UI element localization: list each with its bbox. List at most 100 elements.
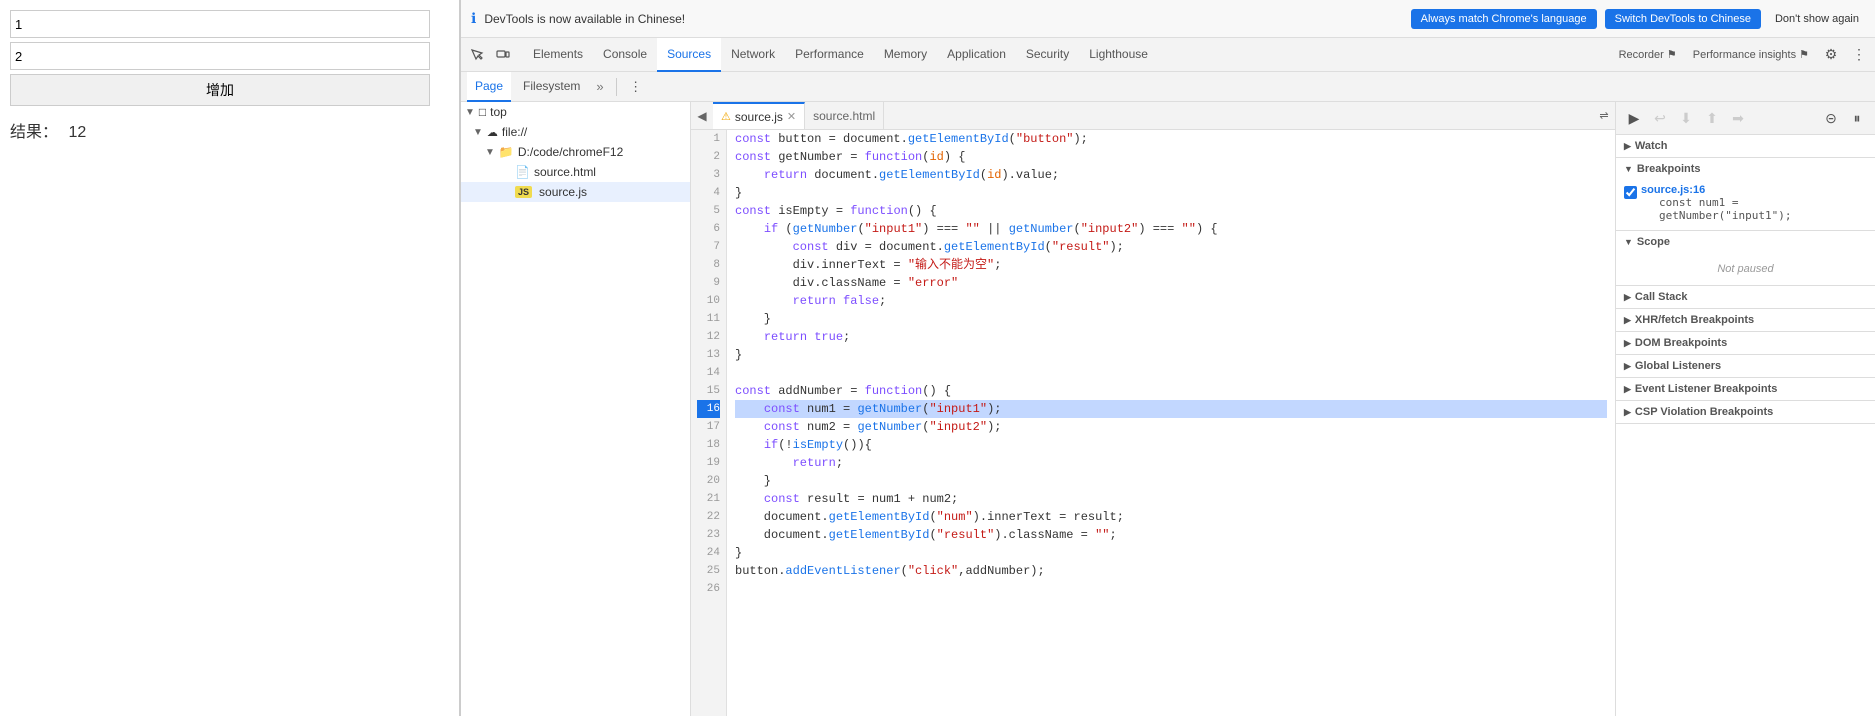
page-content: 增加 结果： 12: [0, 0, 459, 152]
code-line-7: const div = document.getElementById("res…: [735, 238, 1607, 256]
inspect-element-button[interactable]: [465, 43, 489, 67]
ln-6: 6: [697, 220, 720, 238]
call-stack-label: Call Stack: [1635, 291, 1688, 303]
step-over-button[interactable]: ↩: [1648, 106, 1672, 130]
page-tab[interactable]: Page: [467, 72, 511, 102]
scope-arrow: ▼: [1624, 237, 1633, 247]
deactivate-breakpoints-button[interactable]: ⊝: [1819, 106, 1843, 130]
dont-show-again-button[interactable]: Don't show again: [1769, 9, 1865, 29]
code-line-24: }: [735, 544, 1607, 562]
ln-1: 1: [697, 130, 720, 148]
dom-header[interactable]: ▶ DOM Breakpoints: [1616, 332, 1875, 354]
switch-chinese-button[interactable]: Switch DevTools to Chinese: [1605, 9, 1761, 29]
call-stack-header[interactable]: ▶ Call Stack: [1616, 286, 1875, 308]
tab-elements[interactable]: Elements: [523, 38, 593, 72]
step-into-button[interactable]: ⬇: [1674, 106, 1698, 130]
code-line-25: button.addEventListener("click",addNumbe…: [735, 562, 1607, 580]
breakpoint-item-1: source.js:16 const num1 = getNumber("inp…: [1624, 184, 1867, 222]
gl-arrow: ▶: [1624, 361, 1631, 372]
xhr-header[interactable]: ▶ XHR/fetch Breakpoints: [1616, 309, 1875, 331]
js-filename: source.js: [539, 185, 587, 199]
perf-insights-button[interactable]: Performance insights ⚑: [1687, 46, 1815, 63]
code-content: 1 2 3 4 5 6 7 8 9 10 11 12 13 14 15 16 1: [691, 130, 1615, 716]
ln-15: 15: [697, 382, 720, 400]
code-line-10: return false;: [735, 292, 1607, 310]
arrow-icon: ▼: [465, 107, 475, 118]
xhr-section: ▶ XHR/fetch Breakpoints: [1616, 309, 1875, 332]
ln-2: 2: [697, 148, 720, 166]
code-line-21: const result = num1 + num2;: [735, 490, 1607, 508]
file-tree: ▼ □ top ▼ ☁ file:// ▼ 📁 D:/code/chromeF1…: [461, 102, 691, 716]
csp-header[interactable]: ▶ CSP Violation Breakpoints: [1616, 401, 1875, 423]
more-tools-button[interactable]: ⋮: [1847, 43, 1871, 67]
warning-icon: ⚠: [721, 110, 731, 123]
tab-performance[interactable]: Performance: [785, 38, 874, 72]
ln-5: 5: [697, 202, 720, 220]
tree-folder[interactable]: ▼ 📁 D:/code/chromeF12: [461, 142, 690, 162]
tab-console[interactable]: Console: [593, 38, 657, 72]
breakpoints-section: ▼ Breakpoints source.js:16 const num1 = …: [1616, 158, 1875, 231]
browser-page: 增加 结果： 12: [0, 0, 460, 716]
code-line-19: return;: [735, 454, 1607, 472]
tab-lighthouse[interactable]: Lighthouse: [1079, 38, 1158, 72]
settings-button[interactable]: ⚙: [1819, 43, 1843, 67]
event-listeners-header[interactable]: ▶ Event Listener Breakpoints: [1616, 378, 1875, 400]
breakpoints-header[interactable]: ▼ Breakpoints: [1616, 158, 1875, 180]
code-line-12: return true;: [735, 328, 1607, 346]
code-line-11: }: [735, 310, 1607, 328]
global-listeners-header[interactable]: ▶ Global Listeners: [1616, 355, 1875, 377]
tree-file-js[interactable]: JS source.js: [461, 182, 690, 202]
input2[interactable]: [10, 42, 430, 70]
dom-arrow: ▶: [1624, 338, 1631, 349]
main-toolbar: Elements Console Sources Network Perform…: [461, 38, 1875, 72]
event-listeners-section: ▶ Event Listener Breakpoints: [1616, 378, 1875, 401]
ln-26: 26: [697, 580, 720, 598]
match-language-button[interactable]: Always match Chrome's language: [1411, 9, 1597, 29]
tab-sources[interactable]: Sources: [657, 38, 721, 72]
tree-top[interactable]: ▼ □ top: [461, 102, 690, 122]
file-tabs: ◀ ⚠ source.js ✕ source.html ⇌: [691, 102, 1615, 130]
tab-application[interactable]: Application: [937, 38, 1016, 72]
arrow-icon-fs: ▼: [473, 127, 483, 138]
tab-memory[interactable]: Memory: [874, 38, 937, 72]
code-lines: const button = document.getElementById("…: [727, 130, 1615, 716]
more-options-button[interactable]: ⋮: [625, 76, 647, 98]
device-toggle-button[interactable]: [491, 43, 515, 67]
watch-section: ▶ Watch: [1616, 135, 1875, 158]
more-tabs-button[interactable]: »: [592, 77, 607, 96]
breakpoint-checkbox[interactable]: [1624, 186, 1637, 199]
close-tab-js[interactable]: ✕: [787, 110, 796, 123]
watch-label: Watch: [1635, 140, 1668, 152]
tab-list: Elements Console Sources Network Perform…: [523, 38, 1611, 72]
step-out-button[interactable]: ⬆: [1700, 106, 1724, 130]
breakpoint-location[interactable]: source.js:16: [1641, 184, 1867, 196]
csp-section: ▶ CSP Violation Breakpoints: [1616, 401, 1875, 424]
csp-label: CSP Violation Breakpoints: [1635, 406, 1773, 418]
toggle-sidebar-btn[interactable]: ⇌: [1593, 102, 1615, 130]
file-tab-sourcehtml[interactable]: source.html: [805, 102, 884, 130]
pause-on-exception-button[interactable]: ⏸: [1845, 106, 1869, 130]
scope-header[interactable]: ▼ Scope: [1616, 231, 1875, 253]
global-listeners-section: ▶ Global Listeners: [1616, 355, 1875, 378]
ln-16: 16: [697, 400, 720, 418]
prev-tab-button[interactable]: ◀: [691, 102, 713, 130]
input1[interactable]: [10, 10, 430, 38]
code-line-4: }: [735, 184, 1607, 202]
add-button[interactable]: 增加: [10, 74, 430, 106]
tab-security[interactable]: Security: [1016, 38, 1079, 72]
resume-button[interactable]: ▶: [1622, 106, 1646, 130]
ln-24: 24: [697, 544, 720, 562]
filesystem-tab[interactable]: Filesystem: [515, 72, 588, 102]
code-area: ◀ ⚠ source.js ✕ source.html ⇌ 1 2 3: [691, 102, 1615, 716]
tree-file-html[interactable]: 📄 source.html: [461, 162, 690, 182]
tab-network[interactable]: Network: [721, 38, 785, 72]
tree-filesystem[interactable]: ▼ ☁ file://: [461, 122, 690, 142]
recorder-button[interactable]: Recorder ⚑: [1613, 46, 1683, 63]
watch-header[interactable]: ▶ Watch: [1616, 135, 1875, 157]
folder-label: D:/code/chromeF12: [518, 145, 623, 159]
file-tab-sourcejs[interactable]: ⚠ source.js ✕: [713, 102, 805, 130]
xhr-arrow: ▶: [1624, 315, 1631, 326]
toolbar-right: Recorder ⚑ Performance insights ⚑ ⚙ ⋮: [1613, 43, 1871, 67]
bp-arrow: ▼: [1624, 164, 1633, 174]
step-button[interactable]: ➡: [1726, 106, 1750, 130]
